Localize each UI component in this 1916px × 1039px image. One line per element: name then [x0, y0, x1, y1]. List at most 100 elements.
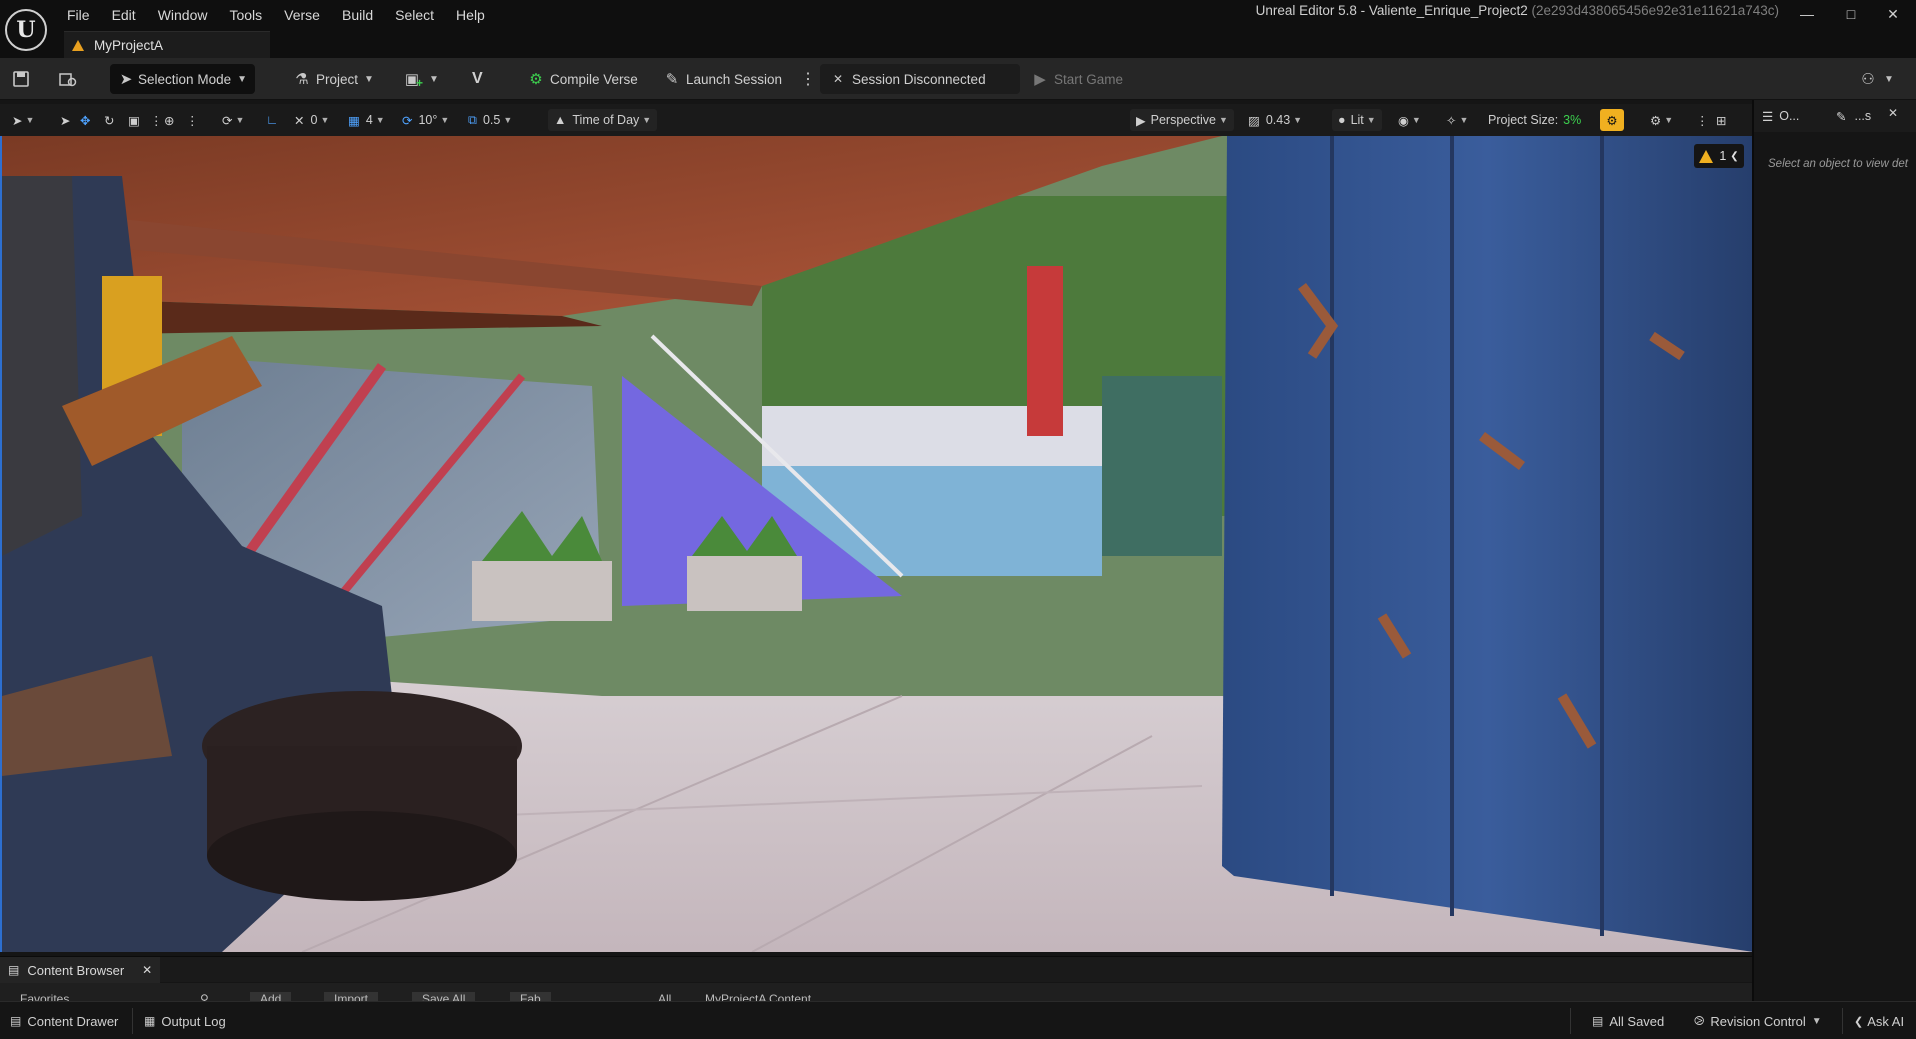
selection-mode-label: Selection Mode: [138, 71, 232, 87]
rotation-snap-value: 0: [310, 113, 318, 127]
menu-window[interactable]: Window: [147, 5, 219, 25]
fab-button[interactable]: Fab: [510, 992, 551, 1001]
launch-session-icon: ✎: [665, 71, 679, 88]
chevron-down-icon: ▼: [429, 73, 439, 85]
menu-select[interactable]: Select: [384, 5, 445, 25]
performance-warning-icon[interactable]: ⚙: [1600, 109, 1624, 131]
close-window-icon[interactable]: ✕: [1878, 3, 1908, 25]
content-browser-tab[interactable]: ▤ Content Browser ✕: [0, 957, 160, 983]
rotate-icon[interactable]: ↻: [104, 109, 114, 131]
surface-snap-icon[interactable]: ⋮: [186, 109, 199, 131]
save-icon[interactable]: [12, 64, 30, 94]
chevron-left-icon: ❮: [1854, 1015, 1864, 1028]
project-size-label: Project Size:: [1488, 113, 1559, 127]
camera-speed-value: 0.43: [1265, 113, 1291, 127]
view-mode-dropdown[interactable]: ● Lit ▼: [1332, 109, 1382, 131]
favorites-ghost[interactable]: Favorites: [20, 992, 69, 1001]
session-status[interactable]: ✕ Session Disconnected: [820, 64, 1020, 94]
cursor-icon: ➤: [119, 71, 133, 88]
unreal-logo-icon[interactable]: U: [5, 9, 47, 51]
selection-mode-dropdown[interactable]: ➤ Selection Mode ▼: [110, 64, 255, 94]
menu-verse[interactable]: Verse: [273, 5, 331, 25]
more-options-icon[interactable]: ⋮: [800, 64, 816, 94]
select-mode-icon[interactable]: ➤: [60, 109, 70, 131]
save-status-icon: ▤: [1592, 1014, 1604, 1028]
status-divider: [1842, 1008, 1843, 1034]
output-log-icon: ▦: [144, 1014, 156, 1028]
rotation-snap-dropdown[interactable]: ✕ 0 ▼: [294, 109, 329, 131]
project-dropdown[interactable]: ⚗ Project ▼: [292, 64, 374, 94]
revision-control-dropdown[interactable]: ⧁ Revision Control ▼: [1694, 1011, 1822, 1031]
eye-icon: ◉: [1398, 113, 1409, 128]
translate-icon[interactable]: ✥: [80, 109, 90, 131]
world-space-icon[interactable]: ⊕: [164, 109, 174, 131]
all-saved-button[interactable]: ▤ All Saved: [1592, 1011, 1664, 1031]
all-saved-label: All Saved: [1609, 1013, 1665, 1029]
project-warning-icon: [72, 39, 84, 51]
viewport-more-icon[interactable]: ⋮: [1696, 109, 1709, 131]
project-tab[interactable]: MyProjectA: [64, 31, 270, 58]
select-tool-dropdown[interactable]: ➤ ▼: [12, 109, 34, 131]
add-content-dropdown[interactable]: ▣ + ▼: [402, 64, 439, 94]
grid-icon: ▦: [348, 113, 360, 128]
perspective-dropdown[interactable]: ▶ Perspective ▼: [1130, 109, 1234, 131]
add-button[interactable]: Add: [250, 992, 292, 1001]
select-arrow-icon: ➤: [12, 113, 23, 128]
details-hint: Select an object to view det: [1768, 158, 1908, 170]
browse-level-icon[interactable]: [58, 64, 78, 94]
start-game-button[interactable]: ▶ Start Game: [1030, 64, 1123, 94]
show-flags-dropdown[interactable]: ◉ ▼: [1398, 109, 1421, 131]
content-drawer-button[interactable]: ▤ Content Drawer: [10, 1011, 118, 1031]
grid-snap-value: 4: [365, 113, 373, 127]
viewport-warning-badge[interactable]: 1 ❮: [1694, 144, 1744, 168]
save-all-button[interactable]: Save All: [412, 992, 476, 1001]
chevron-down-icon: ▼: [364, 73, 374, 85]
search-icon[interactable]: ⚲: [200, 992, 209, 1001]
time-of-day-dropdown[interactable]: ▲ Time of Day ▼: [548, 109, 658, 131]
viewport-layout-icon[interactable]: ⊞: [1716, 109, 1726, 131]
content-drawer-icon: ▤: [10, 1014, 22, 1028]
content-drawer-label: Content Drawer: [27, 1013, 119, 1029]
scale-snap-icon: ⧉: [468, 112, 477, 127]
rotate-mode-dropdown[interactable]: ⟳ ▼: [222, 109, 244, 131]
more-transform-icon[interactable]: ⋮: [150, 109, 163, 131]
side-panel-tabs: ☰ O... ✎ ...s ✕: [1754, 100, 1916, 132]
time-of-day-icon: ▲: [554, 113, 567, 127]
outliner-icon: ☰: [1762, 109, 1774, 124]
snap-toggle-icon[interactable]: ∟: [266, 109, 278, 131]
path-content[interactable]: MyProjectA Content: [705, 992, 811, 1001]
collaboration-icon[interactable]: ⚇ ▼: [1858, 64, 1894, 94]
ask-ai-button[interactable]: ❮ Ask AI: [1854, 1011, 1904, 1031]
session-status-label: Session Disconnected: [852, 71, 986, 87]
maximize-icon[interactable]: □: [1836, 3, 1866, 25]
path-all[interactable]: All: [658, 992, 671, 1001]
angle-snap-dropdown[interactable]: ⟳ 10° ▼: [402, 109, 449, 131]
compile-verse-button[interactable]: ⚙ Compile Verse: [526, 64, 638, 94]
menu-edit[interactable]: Edit: [101, 5, 147, 25]
camera-speed-dropdown[interactable]: ▨ 0.43 ▼: [1248, 109, 1302, 131]
close-content-browser-icon[interactable]: ✕: [142, 963, 152, 977]
scale-snap-dropdown[interactable]: ⧉ 0.5 ▼: [468, 109, 512, 131]
grid-snap-dropdown[interactable]: ▦ 4 ▼: [348, 109, 385, 131]
minimize-icon[interactable]: —: [1792, 3, 1822, 25]
menu-help[interactable]: Help: [445, 5, 496, 25]
viewport-settings-dropdown[interactable]: ⚙ ▼: [1650, 109, 1673, 131]
content-browser-label: Content Browser: [27, 962, 125, 978]
scale-icon[interactable]: ▣: [128, 109, 140, 131]
tab-details[interactable]: ✎ ...s: [1836, 106, 1871, 126]
close-details-icon[interactable]: ✕: [1888, 106, 1898, 120]
tab-outliner[interactable]: ☰ O...: [1762, 106, 1799, 126]
perspective-label: Perspective: [1150, 113, 1216, 127]
level-viewport[interactable]: 1 ❮: [0, 136, 1752, 952]
import-button[interactable]: Import: [324, 992, 379, 1001]
menu-file[interactable]: File: [56, 5, 101, 25]
pencil-icon: ✎: [1836, 109, 1847, 124]
launch-session-button[interactable]: ✎ Launch Session: [662, 64, 782, 94]
menu-tools[interactable]: Tools: [218, 5, 273, 25]
output-log-button[interactable]: ▦ Output Log: [144, 1011, 226, 1031]
menu-build[interactable]: Build: [331, 5, 384, 25]
verse-icon[interactable]: V: [472, 64, 483, 94]
camera-icon: ▶: [1136, 113, 1146, 128]
performance-dropdown[interactable]: ✧ ▼: [1446, 109, 1468, 131]
menu-bar: File Edit Window Tools Verse Build Selec…: [56, 5, 496, 25]
